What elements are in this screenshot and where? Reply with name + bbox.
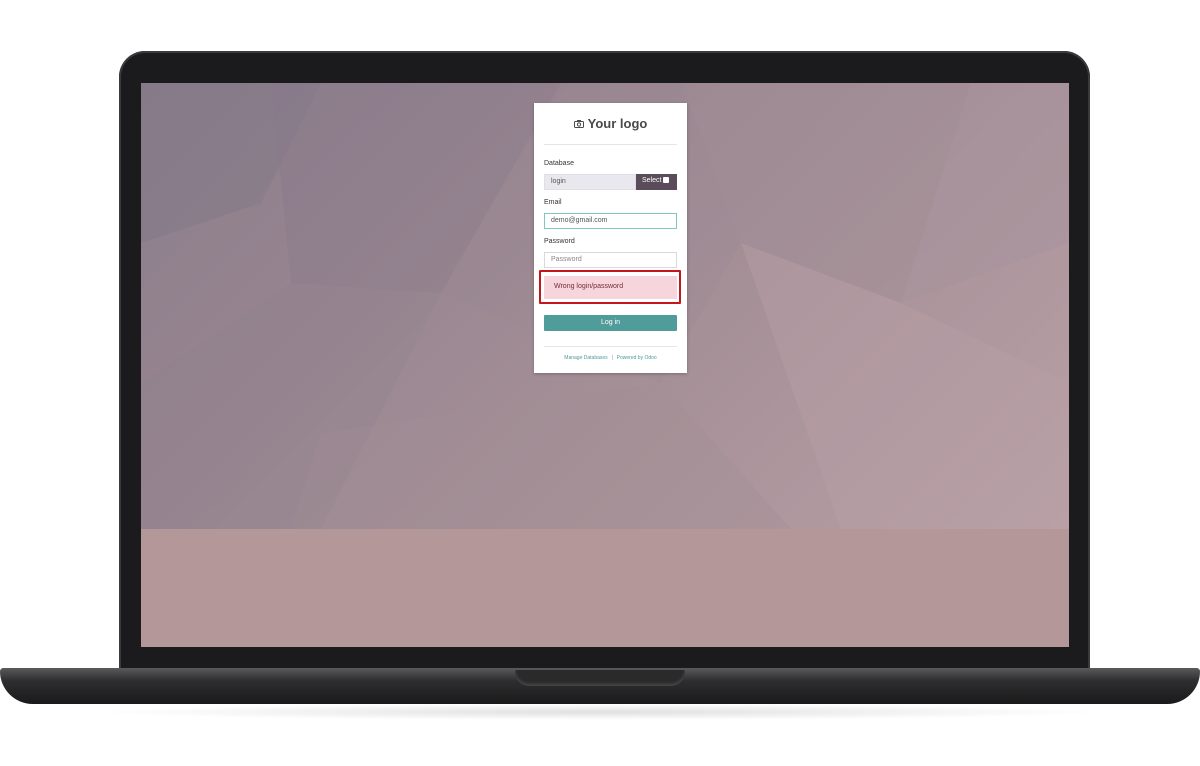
camera-icon: [573, 120, 584, 128]
password-label: Password: [544, 238, 575, 245]
manage-databases-link[interactable]: Manage Databases: [564, 355, 607, 361]
database-label: Database: [544, 160, 574, 167]
database-field[interactable]: login: [544, 174, 636, 190]
login-button[interactable]: Log in: [544, 315, 677, 331]
laptop-shadow: [90, 704, 1110, 720]
logo-text: Your logo: [587, 116, 648, 131]
powered-by-link[interactable]: Powered by Odoo: [617, 355, 657, 361]
error-highlight-box: [539, 270, 681, 304]
login-card: Your logo Database login Select Email de…: [534, 103, 687, 373]
logo-divider: [544, 144, 677, 145]
database-icon: [663, 177, 670, 183]
select-database-button[interactable]: Select: [636, 174, 677, 190]
laptop-notch: [515, 670, 685, 686]
screen-lower-area: [141, 529, 1069, 647]
screen: Your logo Database login Select Email de…: [141, 83, 1069, 647]
footer-divider: [544, 346, 677, 347]
password-field[interactable]: Password: [544, 252, 677, 268]
company-logo: Your logo: [534, 116, 687, 134]
footer-links: Manage Databases Powered by Odoo: [534, 355, 687, 361]
email-field[interactable]: demo@gmail.com: [544, 213, 677, 229]
footer-separator: [611, 355, 613, 360]
email-label: Email: [544, 199, 562, 206]
select-button-label: Select: [642, 177, 662, 184]
